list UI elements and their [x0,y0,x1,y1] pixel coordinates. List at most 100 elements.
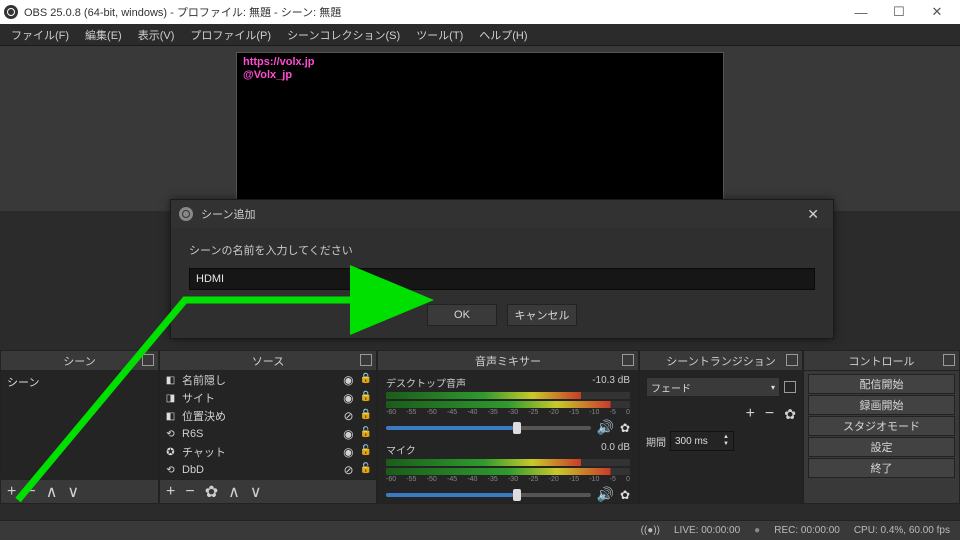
start-recording-button[interactable]: 録画開始 [808,395,955,415]
visibility-toggle-icon[interactable]: ◉ [343,373,353,387]
menu-edit[interactable]: 編集(E) [78,25,129,45]
status-cpu: CPU: 0.4%, 60.00 fps [854,525,950,536]
source-label: サイト [182,390,215,406]
remove-transition-button[interactable]: − [765,405,774,423]
transitions-header: シーントランジション [666,353,775,369]
add-source-button[interactable]: + [166,483,175,501]
ok-button[interactable]: OK [427,304,497,326]
transition-settings-icon[interactable]: ✿ [784,406,796,423]
dialog-close-button[interactable]: ✕ [801,204,825,225]
cancel-button[interactable]: キャンセル [507,304,577,326]
source-label: 名前隠し [182,372,226,388]
preview-overlay-text: https://volx.jp @Volx_jp [243,56,315,82]
lock-toggle-icon[interactable]: 🔓 [360,427,372,441]
start-streaming-button[interactable]: 配信開始 [808,374,955,394]
transitions-dock: シーントランジション フェード▾ + − ✿ 期間 300 ms▲▼ [639,350,803,504]
scenes-toolbar: + − ∧ ∨ [1,479,158,503]
sources-header: ソース [252,353,284,369]
add-scene-button[interactable]: + [7,483,16,501]
source-label: DbD [182,464,204,476]
scene-name-input[interactable] [189,268,815,290]
channel-settings-icon[interactable]: ✿ [620,488,630,502]
popout-icon[interactable] [142,354,154,366]
lock-toggle-icon[interactable]: 🔓 [360,445,372,459]
source-row[interactable]: ◧ 位置決め ⊘ 🔒 [160,407,376,425]
source-row[interactable]: ◨サイト◉🔒 [160,389,376,407]
preview-canvas[interactable]: https://volx.jp @Volx_jp [236,52,724,207]
source-row[interactable]: ⟲ DbD ⊘ 🔓 [160,461,376,479]
menu-view[interactable]: 表示(V) [131,25,182,45]
source-label: 位置決め [182,408,226,424]
source-type-icon: ⟲ [164,428,177,441]
speaker-icon[interactable]: 🔊 [597,486,614,503]
channel-db: -10.3 dB [592,375,630,390]
move-up-button[interactable]: ∧ [228,482,240,502]
menubar: ファイル(F) 編集(E) 表示(V) プロファイル(P) シーンコレクション(… [0,24,960,46]
close-button[interactable]: ✕ [918,0,956,24]
controls-dock: コントロール 配信開始 録画開始 スタジオモード 設定 終了 [803,350,960,504]
level-meter [386,468,630,475]
maximize-button[interactable]: ☐ [880,0,918,24]
lock-toggle-icon[interactable]: 🔒 [360,409,372,423]
move-up-button[interactable]: ∧ [46,482,58,502]
popout-icon[interactable] [786,354,798,366]
duration-spinner[interactable]: 300 ms▲▼ [670,431,734,451]
dialog-title-text: シーン追加 [201,206,255,222]
volume-slider[interactable] [386,493,591,497]
level-meter [386,401,630,408]
menu-help[interactable]: ヘルプ(H) [472,25,534,45]
visibility-toggle-icon[interactable]: ◉ [343,445,353,459]
visibility-toggle-icon[interactable]: ◉ [343,391,353,405]
source-type-icon: ✪ [164,446,177,459]
move-down-button[interactable]: ∨ [67,482,79,502]
exit-button[interactable]: 終了 [808,458,955,478]
menu-tools[interactable]: ツール(T) [409,25,470,45]
source-type-icon: ⟲ [164,464,177,477]
popout-icon[interactable] [622,354,634,366]
visibility-toggle-icon[interactable]: ⊘ [343,409,353,423]
minimize-button[interactable]: — [842,0,880,24]
transition-props-icon[interactable] [784,381,796,393]
dialog-logo-icon [179,207,193,221]
source-row[interactable]: ✪チャット◉🔓 [160,443,376,461]
channel-name: マイク [386,442,416,457]
source-type-icon: ◧ [164,410,177,423]
sources-dock: ソース ◧名前隠し◉🔒◨サイト◉🔒◧位置決め⊘🔒⟲R6S◉🔓✪チャット◉🔓⟲Db… [159,350,377,504]
source-settings-button[interactable]: ✿ [205,482,218,502]
dialog-prompt: シーンの名前を入力してください [189,242,815,258]
mixer-header: 音声ミキサー [475,353,541,369]
channel-settings-icon[interactable]: ✿ [620,421,630,435]
menu-scene-collection[interactable]: シーンコレクション(S) [280,25,407,45]
remove-source-button[interactable]: − [185,483,194,501]
visibility-toggle-icon[interactable]: ◉ [343,427,353,441]
meter-ticks: -60-55-50-45-40-35-30-25-20-15-10-50 [386,476,630,483]
broadcast-icon: ((●)) [641,525,660,536]
scene-item[interactable]: シーン [1,371,158,393]
popout-icon[interactable] [943,354,955,366]
studio-mode-button[interactable]: スタジオモード [808,416,955,436]
source-row[interactable]: ◧名前隠し◉🔒 [160,371,376,389]
lock-toggle-icon[interactable]: 🔒 [360,373,372,387]
volume-slider[interactable] [386,426,591,430]
source-row[interactable]: ⟲R6S◉🔓 [160,425,376,443]
settings-button[interactable]: 設定 [808,437,955,457]
titlebar: OBS 25.0.8 (64-bit, windows) - プロファイル: 無… [0,0,960,24]
speaker-icon[interactable]: 🔊 [597,419,614,436]
popout-icon[interactable] [360,354,372,366]
lock-toggle-icon[interactable]: 🔓 [360,463,372,477]
transition-select[interactable]: フェード▾ [646,377,780,397]
menu-file[interactable]: ファイル(F) [4,25,76,45]
status-live: LIVE: 00:00:00 [674,525,740,536]
lock-toggle-icon[interactable]: 🔒 [360,391,372,405]
status-rec: REC: 00:00:00 [774,525,840,536]
obs-logo-icon [4,5,18,19]
visibility-toggle-icon[interactable]: ⊘ [343,463,353,477]
move-down-button[interactable]: ∨ [250,482,262,502]
mixer-channel-mic: マイク0.0 dB -60-55-50-45-40-35-30-25-20-15… [378,438,638,503]
remove-scene-button[interactable]: − [26,483,35,501]
add-transition-button[interactable]: + [746,405,755,423]
window-title: OBS 25.0.8 (64-bit, windows) - プロファイル: 無… [24,4,341,20]
sources-toolbar: + − ✿ ∧ ∨ [160,479,376,503]
menu-profile[interactable]: プロファイル(P) [183,25,278,45]
channel-name: デスクトップ音声 [386,375,466,390]
